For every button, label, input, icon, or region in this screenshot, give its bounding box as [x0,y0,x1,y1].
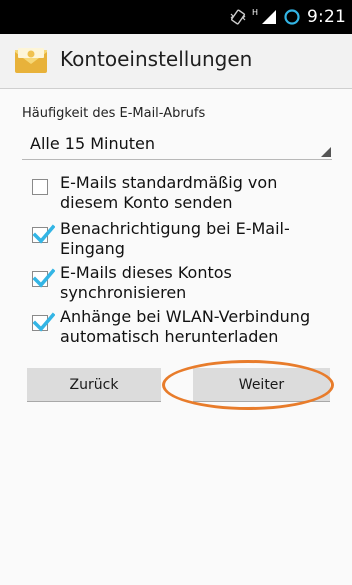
settings-content: Häufigkeit des E-Mail-Abrufs Alle 15 Min… [0,89,352,585]
signal-icon [261,9,277,25]
checkmark-icon [33,268,55,288]
checkbox-send-default[interactable] [32,179,48,195]
dropdown-arrow-icon [321,147,331,157]
network-type-label: H [252,7,259,17]
highlight-ring [162,360,334,410]
checkmark-icon [33,312,55,332]
email-envelope-icon[interactable] [14,47,48,75]
option-label: E-Mails dieses Kontos synchronisieren [60,263,232,302]
option-label: Anhänge bei WLAN-Verbindung automatisch … [60,307,311,346]
status-time: 9:21 [307,7,346,27]
frequency-selected-value: Alle 15 Minuten [30,134,155,153]
action-bar: Kontoeinstellungen [0,34,352,89]
status-icons: H 9:21 [230,0,346,34]
page-title: Kontoeinstellungen [60,47,253,71]
option-label: E-Mails standardmäßig von diesem Konto s… [60,173,278,212]
vibrate-icon [230,9,246,25]
frequency-select[interactable]: Alle 15 Minuten [22,131,332,160]
checkmark-icon [33,224,55,244]
checkbox-notify-new-mail[interactable] [32,224,55,244]
status-bar: H 9:21 [0,0,352,34]
sync-icon [283,8,301,26]
back-button[interactable]: Zurück [27,368,161,402]
option-label: Benachrichtigung bei E-Mail- Eingang [60,219,290,258]
checkbox-sync-account[interactable] [32,268,55,288]
frequency-label: Häufigkeit des E-Mail-Abrufs [22,106,206,121]
checkbox-download-attachments[interactable] [32,312,55,332]
